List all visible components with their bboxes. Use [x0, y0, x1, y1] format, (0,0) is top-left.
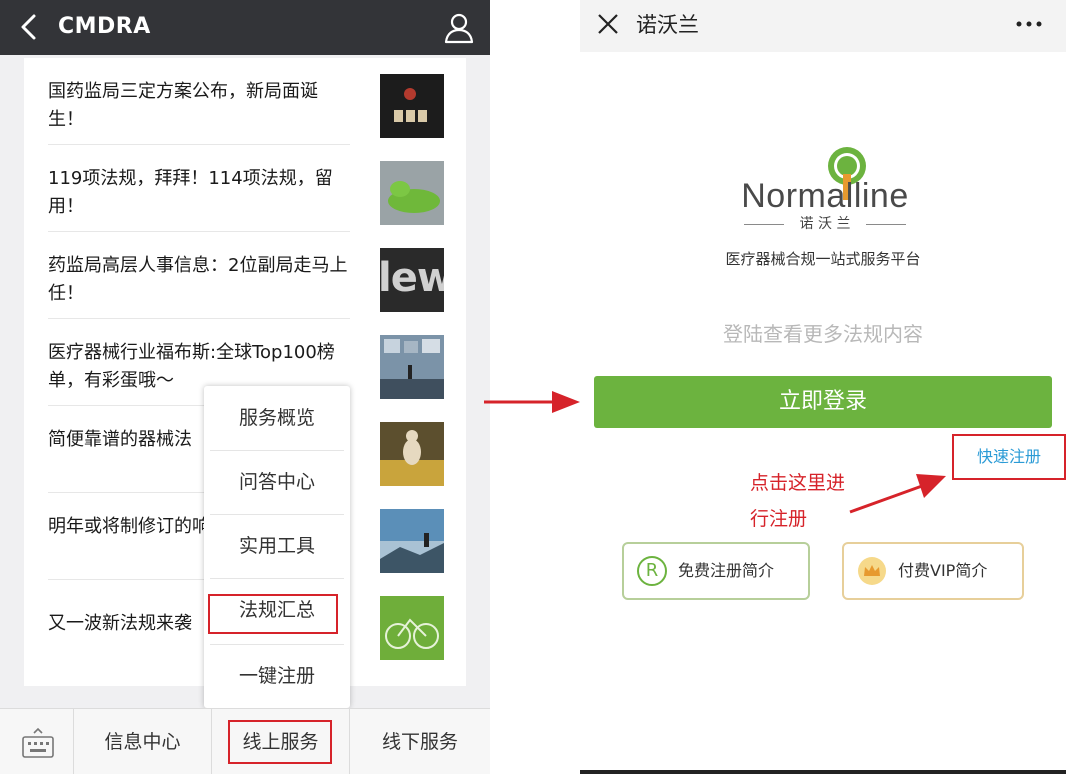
thumbnail-text: lew [380, 255, 444, 301]
article-item[interactable]: 药监局高层人事信息：2位副局走马上任！ lew [24, 232, 466, 319]
menu-item-one-click-register[interactable]: 一键注册 [204, 644, 350, 708]
menu-item-label: 问答中心 [238, 471, 315, 493]
article-thumbnail [380, 509, 444, 573]
bottom-edge [580, 770, 1066, 774]
back-arrow-icon[interactable] [14, 10, 46, 44]
article-thumbnail [380, 335, 444, 399]
divider [210, 578, 344, 579]
article-item[interactable]: 119项法规，拜拜！114项法规，留用！ [24, 145, 466, 232]
free-register-label: 免费注册简介 [678, 561, 775, 580]
menu-item-tools[interactable]: 实用工具 [204, 514, 350, 578]
red-pointer-arrow-icon [849, 474, 946, 514]
quick-register-link[interactable]: 快速注册 [952, 434, 1066, 480]
registered-r-letter: R [645, 560, 659, 581]
keyboard-icon [22, 727, 54, 758]
article-item[interactable]: 国药监局三定方案公布，新局面诞生！ [24, 58, 466, 145]
platform-tagline: 医疗器械合规一站式服务平台 [725, 250, 921, 268]
divider [210, 644, 344, 645]
article-thumbnail [380, 161, 444, 225]
more-options-icon[interactable] [1014, 10, 1044, 38]
menu-item-qa-center[interactable]: 问答中心 [204, 450, 350, 514]
annotation-line-2: 行注册 [750, 508, 808, 530]
menu-item-service-overview[interactable]: 服务概览 [204, 386, 350, 450]
tab-info-center[interactable]: 信息中心 [74, 709, 212, 774]
article-title: 国药监局三定方案公布，新局面诞生！ [48, 81, 318, 130]
article-thumbnail: lew [380, 248, 444, 312]
right-header: 诺沃兰 [580, 0, 1066, 52]
article-thumbnail [380, 422, 444, 486]
article-title: 119项法规，拜拜！114项法规，留用！ [48, 168, 333, 217]
right-app-title: 诺沃兰 [636, 13, 699, 37]
close-icon[interactable] [596, 12, 620, 36]
free-register-intro-button[interactable]: R 免费注册简介 [622, 542, 810, 600]
menu-item-label: 实用工具 [238, 535, 315, 557]
vip-intro-button[interactable]: 付费VIP简介 [842, 542, 1024, 600]
login-prompt: 登陆查看更多法规内容 [723, 322, 923, 346]
annotation-line-1: 点击这里进 [750, 472, 846, 494]
divider [210, 450, 344, 451]
user-profile-icon[interactable] [442, 10, 476, 44]
right-phone-screen: 诺沃兰 Normalline 诺 沃 兰 医疗器械合规一站式服务平台 登陆查看更… [580, 0, 1066, 774]
divider [210, 514, 344, 515]
highlight-box-online-service [228, 720, 332, 764]
red-arrow-icon [484, 391, 580, 413]
article-thumbnail [380, 74, 444, 138]
left-header: CMDRA [0, 0, 490, 55]
menu-item-label: 一键注册 [238, 665, 315, 687]
vip-intro-label: 付费VIP简介 [898, 561, 988, 580]
keyboard-toggle[interactable] [0, 709, 74, 774]
normalline-logo: Normalline 诺 沃 兰 [730, 144, 920, 240]
logo-chinese-name: 诺 沃 兰 [799, 216, 851, 232]
screenshot-root: CMDRA 国药监局三定方案公布，新局面诞生！ 119项法规，拜拜！114项法规… [0, 0, 1080, 774]
article-title: 药监局高层人事信息：2位副局走马上任！ [48, 255, 348, 304]
service-popup-menu: 服务概览 问答中心 实用工具 法规汇总 一键注册 [204, 386, 350, 708]
left-phone-screen: CMDRA 国药监局三定方案公布，新局面诞生！ 119项法规，拜拜！114项法规… [0, 0, 490, 774]
crown-icon [858, 557, 886, 585]
article-thumbnail [380, 596, 444, 660]
logo-wordmark: Normalline [741, 177, 909, 215]
tab-offline-service[interactable]: 线下服务 [350, 709, 490, 774]
left-app-title: CMDRA [58, 14, 151, 39]
login-button[interactable]: 立即登录 [594, 376, 1052, 428]
highlight-box-regulations [208, 594, 338, 634]
